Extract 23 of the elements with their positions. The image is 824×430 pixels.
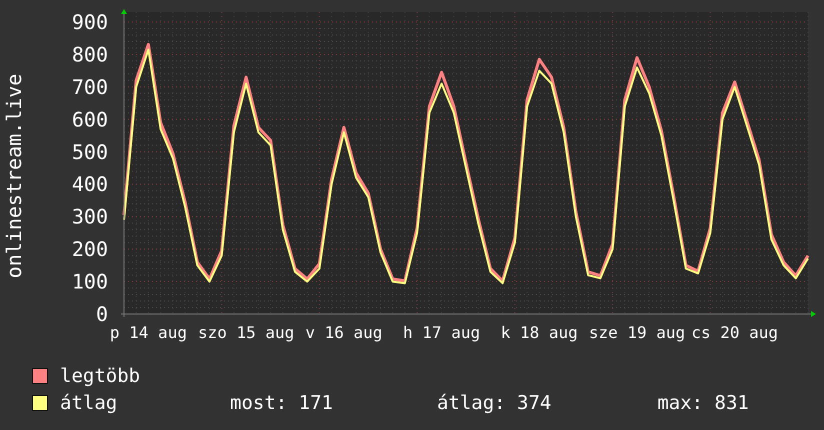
- legend-label: legtöbb: [60, 364, 142, 386]
- axis-tick-label: sze 19 aug: [588, 323, 686, 342]
- axis-tick-label: szo 15 aug: [198, 323, 294, 342]
- axis-tick-label: h 17 aug: [403, 323, 480, 342]
- axis-tick-label: p 14 aug: [110, 323, 187, 342]
- summary-value: max: 831: [657, 392, 749, 414]
- axis-tick-label: cs 20 aug: [691, 323, 778, 342]
- summary-value: átlag: 374: [436, 392, 552, 414]
- axis-tick-label: 300: [72, 204, 108, 229]
- axis-tick-label: k 18 aug: [500, 323, 578, 342]
- summary-value: most: 171: [230, 392, 333, 414]
- y-axis-title: onlinestream.live: [2, 74, 26, 278]
- axis-tick-label: 0: [96, 302, 108, 326]
- axis-tick-label: 700: [72, 74, 108, 99]
- legend-label: átlag: [60, 392, 118, 414]
- axis-tick-label: 800: [72, 42, 108, 66]
- axis-tick-label: 200: [72, 237, 108, 262]
- axis-tick-label: 400: [72, 172, 108, 196]
- axis-tick-label: 500: [72, 140, 108, 164]
- axis-tick-label: v 16 aug: [305, 323, 382, 342]
- axis-tick-label: 600: [72, 107, 108, 132]
- axis-tick-label: 900: [72, 10, 108, 34]
- axis-tick-label: 100: [72, 270, 108, 294]
